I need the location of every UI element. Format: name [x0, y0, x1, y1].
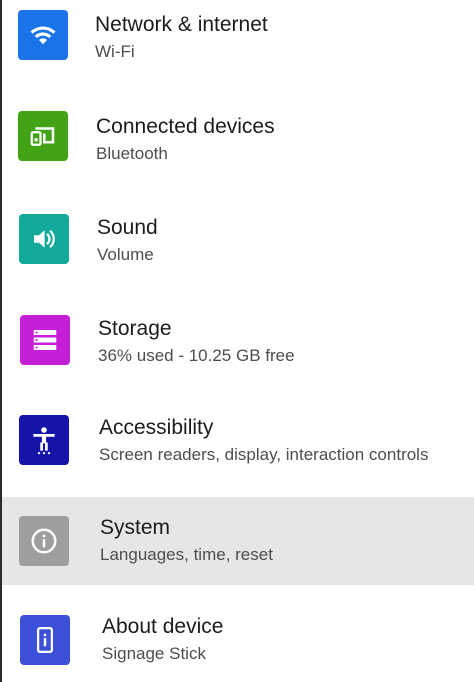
settings-item-text: About device Signage Stick — [102, 614, 223, 665]
settings-item-title: System — [100, 516, 171, 539]
settings-item-subtitle: Languages, time, reset — [100, 545, 273, 564]
settings-item-title: Accessibility — [99, 416, 214, 439]
settings-item-subtitle: Wi-Fi — [95, 42, 135, 61]
settings-item-connected-devices[interactable]: Connected devices Bluetooth — [2, 88, 474, 176]
connected-devices-icon — [18, 111, 68, 161]
settings-item-subtitle: Signage Stick — [102, 644, 206, 663]
settings-item-system[interactable]: System Languages, time, reset — [2, 497, 474, 585]
settings-item-about-device[interactable]: About device Signage Stick — [2, 590, 474, 678]
settings-item-subtitle: Bluetooth — [96, 144, 168, 163]
storage-icon — [20, 315, 70, 365]
settings-item-sound[interactable]: Sound Volume — [2, 190, 474, 278]
settings-item-title: Connected devices — [96, 115, 275, 138]
info-icon — [19, 516, 69, 566]
settings-item-text: Accessibility Screen readers, display, i… — [99, 415, 428, 466]
settings-item-text: Storage 36% used - 10.25 GB free — [98, 316, 295, 367]
speaker-icon — [19, 214, 69, 264]
settings-item-subtitle: Volume — [97, 245, 154, 264]
settings-item-title: Sound — [97, 216, 158, 239]
settings-item-subtitle: Screen readers, display, interaction con… — [99, 445, 429, 464]
settings-list: Network & internet Wi-Fi Connected devic… — [2, 0, 474, 682]
settings-item-title: About device — [102, 615, 224, 638]
settings-item-title: Storage — [98, 317, 172, 340]
settings-item-storage[interactable]: Storage 36% used - 10.25 GB free — [2, 290, 474, 378]
wifi-icon — [18, 10, 68, 60]
settings-item-text: Connected devices Bluetooth — [96, 114, 275, 165]
settings-item-text: Network & internet Wi-Fi — [95, 12, 268, 63]
settings-item-accessibility[interactable]: Accessibility Screen readers, display, i… — [2, 390, 474, 478]
accessibility-icon — [19, 415, 69, 465]
settings-item-text: System Languages, time, reset — [100, 515, 273, 566]
settings-item-subtitle: 36% used - 10.25 GB free — [98, 346, 295, 365]
settings-item-network-internet[interactable]: Network & internet Wi-Fi — [2, 0, 474, 75]
device-icon — [20, 615, 70, 665]
settings-screen: Network & internet Wi-Fi Connected devic… — [0, 0, 474, 682]
settings-item-title: Network & internet — [95, 13, 268, 36]
settings-item-text: Sound Volume — [97, 215, 158, 266]
